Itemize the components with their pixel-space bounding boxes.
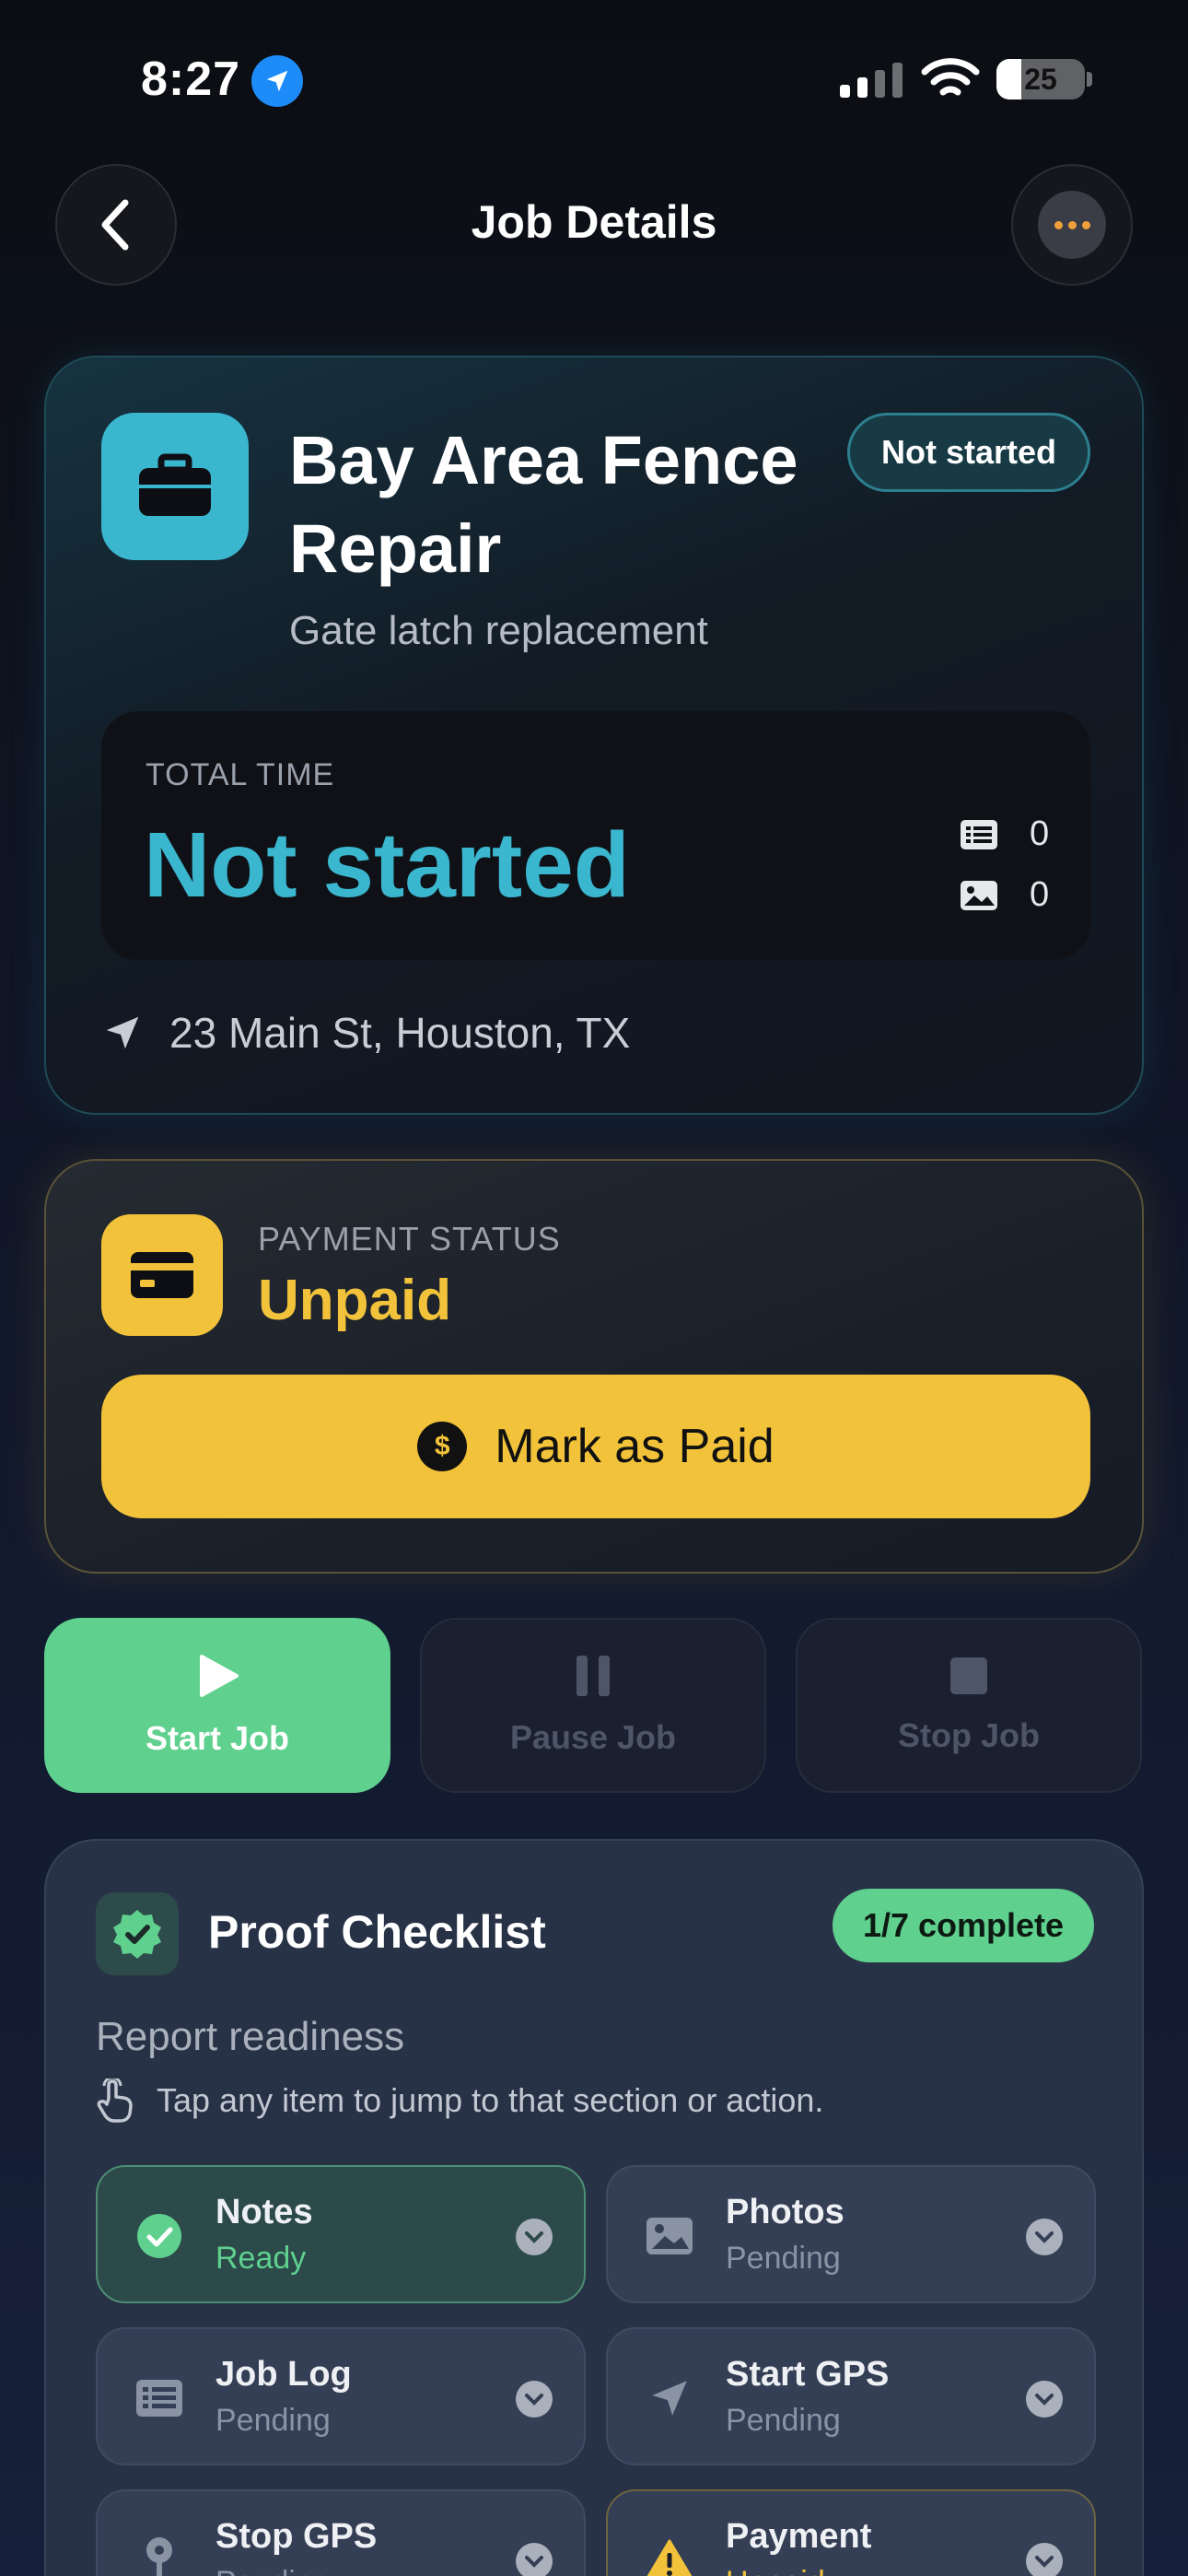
pause-job-label: Pause Job (509, 1718, 677, 1756)
checklist-hint: Tap any item to jump to that section or … (96, 2078, 823, 2123)
list-icon (131, 2370, 188, 2427)
checklist-item-start-gps[interactable]: Start GPS Pending (606, 2327, 1096, 2465)
screen: 8:27 25 Job Details Bay Area Fence Repai… (0, 0, 1188, 2576)
photo-icon (641, 2207, 698, 2265)
total-time-panel: TOTAL TIME Not started 0 0 (101, 711, 1090, 960)
checklist-progress-badge: 1/7 complete (833, 1889, 1094, 1962)
proof-checklist-card: Proof Checklist 1/7 complete Report read… (44, 1839, 1144, 2576)
status-bar: 8:27 25 (0, 0, 1188, 157)
mark-as-paid-button[interactable]: $ Mark as Paid (101, 1375, 1090, 1518)
warning-icon (641, 2532, 698, 2576)
location-services-icon (251, 55, 303, 107)
battery-level: 25 (1024, 63, 1057, 96)
chevron-down-icon (516, 2219, 553, 2255)
report-readiness-heading: Report readiness (96, 2014, 405, 2059)
page-title: Job Details (471, 196, 717, 248)
pause-icon (577, 1656, 610, 1696)
map-pin-icon (131, 2532, 188, 2576)
stop-icon (950, 1657, 987, 1694)
stop-job-label: Stop Job (898, 1716, 1040, 1754)
checklist-item-status: Pending (726, 2403, 841, 2438)
payment-status-value: Unpaid (258, 1269, 452, 1332)
checklist-item-name: Photos (726, 2193, 844, 2231)
notes-counter: 0 (960, 814, 1049, 854)
checklist-item-photos[interactable]: Photos Pending (606, 2165, 1096, 2303)
job-summary-card: Bay Area Fence Repair Gate latch replace… (44, 356, 1144, 1115)
notes-list-icon (961, 819, 997, 849)
checklist-item-name: Notes (215, 2193, 313, 2231)
mark-as-paid-label: Mark as Paid (495, 1420, 775, 1473)
play-icon (200, 1655, 239, 1697)
start-job-button[interactable]: Start Job (44, 1618, 390, 1793)
chevron-down-icon (1026, 2381, 1063, 2418)
checklist-item-name: Start GPS (726, 2355, 890, 2394)
photos-counter: 0 (960, 875, 1049, 915)
checklist-item-status: Ready (215, 2241, 307, 2276)
checklist-item-status: Pending (726, 2241, 841, 2276)
total-time-label: TOTAL TIME (146, 757, 335, 792)
battery-icon: 25 (996, 59, 1085, 100)
checklist-item-notes[interactable]: Notes Ready (96, 2165, 586, 2303)
checklist-item-job-log[interactable]: Job Log Pending (96, 2327, 586, 2465)
photo-icon (961, 880, 997, 910)
stop-job-button[interactable]: Stop Job (796, 1618, 1142, 1793)
location-arrow-icon (641, 2370, 698, 2427)
checklist-item-status: Unpaid (726, 2565, 825, 2576)
payment-status-label: PAYMENT STATUS (258, 1220, 561, 1258)
chevron-down-icon (516, 2543, 553, 2576)
chevron-down-icon (516, 2381, 553, 2418)
credit-card-icon (101, 1214, 223, 1336)
checklist-item-name: Stop GPS (215, 2517, 378, 2556)
tap-hand-icon (97, 2078, 133, 2123)
checklist-hint-text: Tap any item to jump to that section or … (157, 2081, 824, 2119)
job-status-badge: Not started (847, 413, 1090, 492)
chevron-down-icon (1026, 2543, 1063, 2576)
total-time-value: Not started (144, 814, 630, 917)
battery-cap (1087, 72, 1092, 87)
status-time: 8:27 (141, 53, 241, 106)
checklist-item-stop-gps[interactable]: Stop GPS Pending (96, 2489, 586, 2576)
dollar-icon: $ (417, 1422, 468, 1471)
ellipsis-icon (1038, 191, 1106, 259)
verified-badge-icon (96, 1892, 179, 1975)
checklist-item-name: Payment (726, 2517, 872, 2556)
chevron-down-icon (1026, 2219, 1063, 2255)
wifi-icon (921, 57, 980, 106)
checklist-item-status: Pending (215, 2565, 331, 2576)
more-options-button[interactable] (1011, 164, 1133, 286)
check-circle-icon (131, 2207, 188, 2265)
proof-checklist-title: Proof Checklist (208, 1906, 546, 1958)
notes-count: 0 (1030, 814, 1050, 853)
location-arrow-icon (106, 1016, 139, 1049)
payment-status-card: PAYMENT STATUS Unpaid $ Mark as Paid (44, 1159, 1144, 1574)
briefcase-icon (101, 413, 249, 560)
job-address[interactable]: 23 Main St, Houston, TX (101, 1008, 630, 1058)
job-subtitle: Gate latch replacement (289, 608, 708, 653)
cellular-signal-icon (840, 63, 903, 98)
checklist-item-payment[interactable]: Payment Unpaid (606, 2489, 1096, 2576)
pause-job-button[interactable]: Pause Job (420, 1618, 766, 1793)
checklist-item-status: Pending (215, 2403, 331, 2438)
checklist-item-name: Job Log (215, 2355, 352, 2394)
photos-count: 0 (1030, 875, 1050, 914)
job-title: Bay Area Fence Repair (289, 422, 798, 587)
job-address-text: 23 Main St, Houston, TX (169, 1009, 631, 1057)
start-job-label: Start Job (145, 1719, 290, 1757)
